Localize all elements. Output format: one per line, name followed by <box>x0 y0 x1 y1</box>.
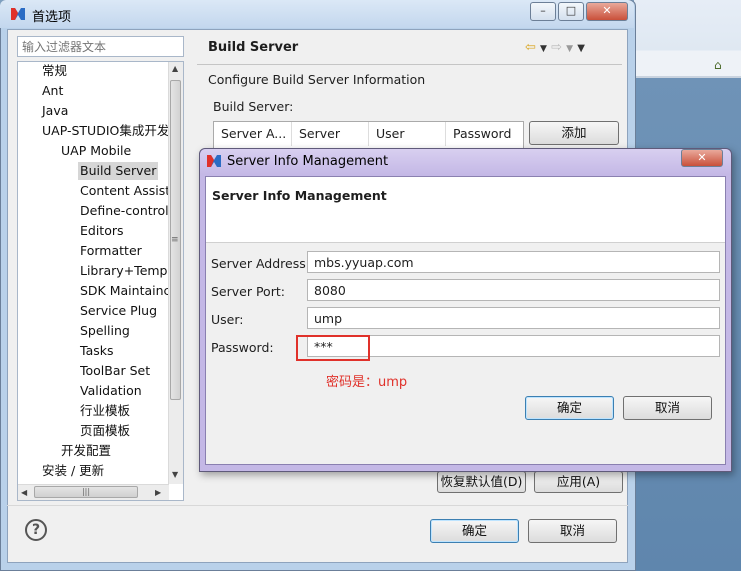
dialog-title: Server Info Management <box>227 154 389 169</box>
ok-button[interactable]: 确定 <box>430 519 519 543</box>
tree-item-tasks[interactable]: Tasks <box>80 342 114 360</box>
maximize-button[interactable]: □ <box>558 2 584 21</box>
server-port-input[interactable]: 8080 <box>307 279 720 301</box>
dialog-cancel-button[interactable]: 取消 <box>623 396 712 420</box>
help-icon[interactable]: ? <box>25 519 47 541</box>
dialog-header <box>206 177 725 243</box>
forward-menu-chevron-icon[interactable]: ▼ <box>566 44 573 54</box>
tree-item-uap-mobile[interactable]: UAP Mobile <box>61 142 131 160</box>
page-title: Build Server <box>208 40 299 55</box>
column-header-server-port[interactable]: Server Port <box>292 122 369 165</box>
tree-item-formatter[interactable]: Formatter <box>80 242 142 260</box>
tree-item-page-templates[interactable]: 页面模板 <box>80 422 130 440</box>
tree-item-define-control[interactable]: Define-control <box>80 202 168 220</box>
tree-item-toolbar-set[interactable]: ToolBar Set <box>80 362 168 380</box>
tree-item-build-server[interactable]: Build Server <box>78 162 159 180</box>
window-title: 首选项 <box>32 10 72 25</box>
user-input[interactable]: ump <box>307 307 720 329</box>
home-icon[interactable]: ⌂ <box>714 58 730 72</box>
apply-button[interactable]: 应用(A) <box>534 471 623 493</box>
server-address-label: Server Address: <box>211 256 310 271</box>
tree-item-sdk-maintenance[interactable]: SDK Maintainc <box>80 282 168 300</box>
dialog-close-button[interactable]: ✕ <box>681 149 723 167</box>
password-label: Password: <box>211 340 274 355</box>
dialog-heading: Server Info Management <box>212 188 387 203</box>
scroll-left-arrow-icon[interactable]: ◀ <box>21 488 27 497</box>
minimize-button[interactable]: – <box>530 2 556 21</box>
tree-horizontal-scroll-thumb[interactable]: ||| <box>34 486 138 498</box>
scroll-down-arrow-icon[interactable]: ▼ <box>172 470 178 479</box>
column-header-password[interactable]: Password <box>446 122 523 146</box>
forward-arrow-icon[interactable]: ⇨ <box>551 40 562 55</box>
scroll-up-arrow-icon[interactable]: ▲ <box>172 64 178 73</box>
tree-item-validation[interactable]: Validation <box>80 382 142 400</box>
add-button[interactable]: 添加 <box>529 121 619 145</box>
dialog-ok-button[interactable]: 确定 <box>525 396 614 420</box>
tree-item-library-templates[interactable]: Library+Templa <box>80 262 168 280</box>
app-logo-icon <box>11 8 25 20</box>
back-menu-chevron-icon[interactable]: ▼ <box>540 44 547 54</box>
tree-item-ant[interactable]: Ant <box>42 82 63 100</box>
tree-item-java[interactable]: Java <box>42 102 68 120</box>
filter-input[interactable] <box>17 36 184 57</box>
footer-separator <box>7 505 628 506</box>
close-button[interactable]: ✕ <box>586 2 628 21</box>
server-port-label: Server Port: <box>211 284 285 299</box>
tree-item-content-assist[interactable]: Content Assist <box>80 182 168 200</box>
tree-item-spelling[interactable]: Spelling <box>80 322 130 340</box>
build-server-table[interactable]: Server A... Server Port User Password <box>213 121 524 165</box>
background-toolbar-divider <box>634 76 741 78</box>
tree-item-service-plug[interactable]: Service Plug <box>80 302 168 320</box>
build-server-table-label: Build Server: <box>213 99 294 114</box>
tree-item-install-update[interactable]: 安装 / 更新 <box>42 462 104 480</box>
restore-defaults-button[interactable]: 恢复默认值(D) <box>437 471 526 493</box>
tree-item-dev-config[interactable]: 开发配置 <box>61 442 111 460</box>
password-highlight-box <box>296 335 370 361</box>
page-description: Configure Build Server Information <box>208 72 426 87</box>
title-separator <box>197 64 622 65</box>
user-label: User: <box>211 312 244 327</box>
page-navigation: ⇦ ▼ ⇨ ▼ ▼ <box>525 40 585 55</box>
dialog-logo-icon <box>207 155 221 167</box>
password-note: 密码是：ump <box>326 375 408 390</box>
scroll-right-arrow-icon[interactable]: ▶ <box>155 488 161 497</box>
column-header-server-address[interactable]: Server A... <box>214 122 292 146</box>
tree-item-industry-templates[interactable]: 行业模板 <box>80 402 130 420</box>
scroll-grip-icon: ≡ <box>171 235 179 245</box>
back-arrow-icon[interactable]: ⇦ <box>525 40 536 55</box>
column-header-user[interactable]: User <box>369 122 446 146</box>
cancel-button[interactable]: 取消 <box>528 519 617 543</box>
view-menu-icon[interactable]: ▼ <box>577 43 585 54</box>
tree-item-uap-studio[interactable]: UAP-STUDIO集成开发 <box>42 122 168 140</box>
tree-item-editors[interactable]: Editors <box>80 222 124 240</box>
tree-item-general[interactable]: 常规 <box>42 62 67 80</box>
server-address-input[interactable]: mbs.yyuap.com <box>307 251 720 273</box>
